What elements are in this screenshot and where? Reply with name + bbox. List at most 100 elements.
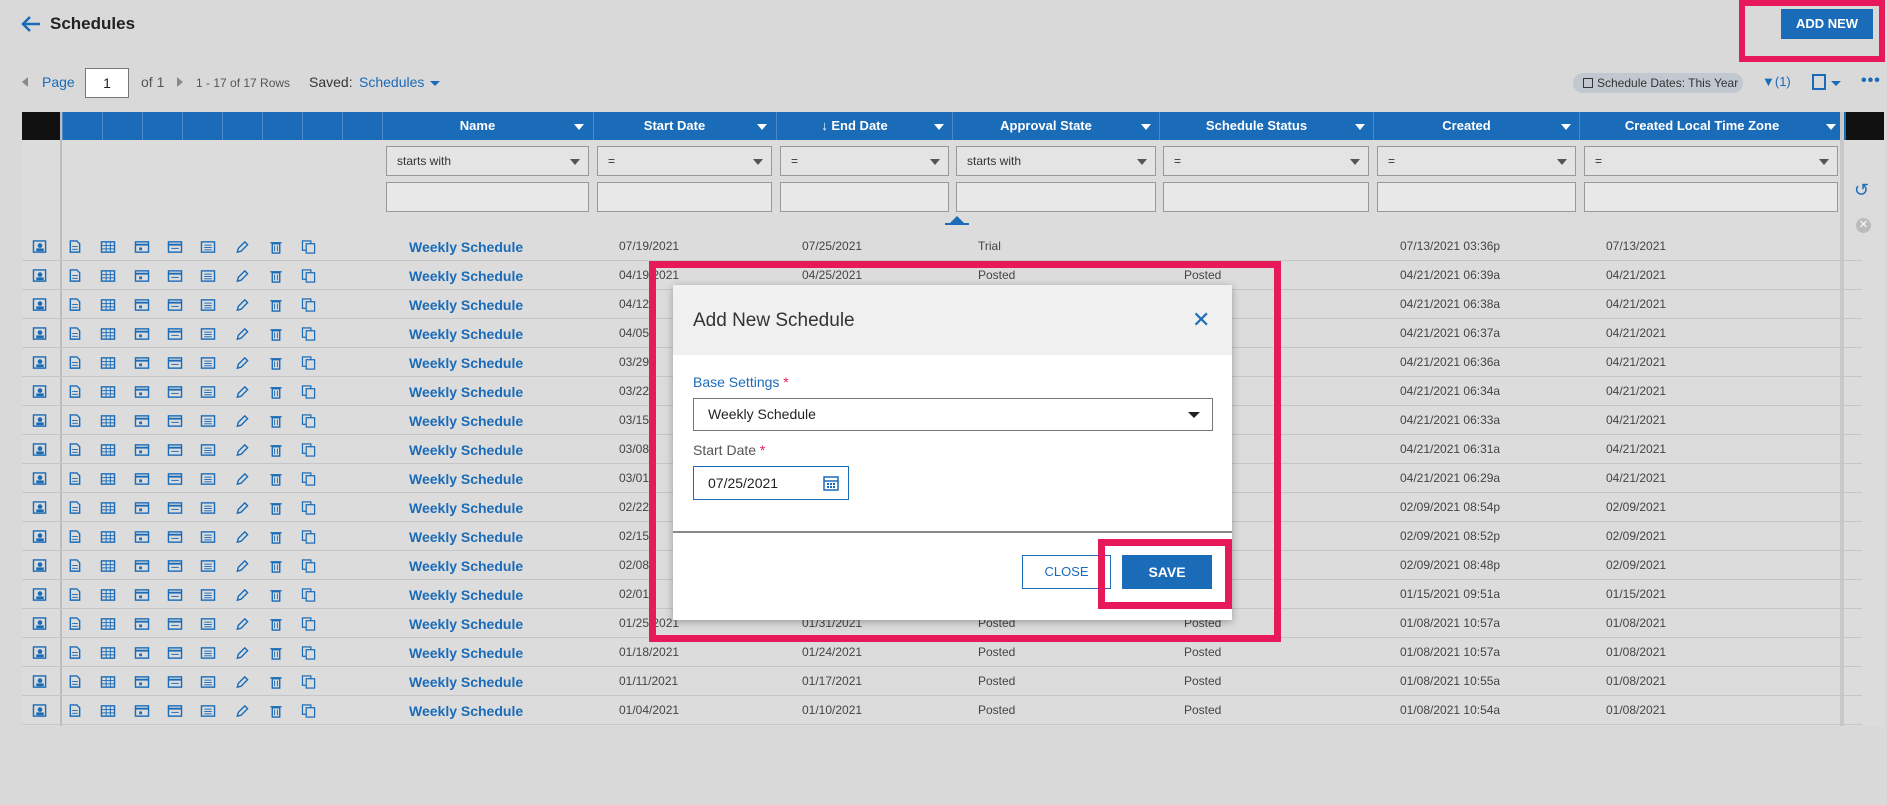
window-icon[interactable] bbox=[167, 617, 183, 631]
copy-icon[interactable] bbox=[301, 385, 317, 399]
schedule-name-link[interactable]: Weekly Schedule bbox=[409, 587, 523, 603]
next-page-icon[interactable] bbox=[177, 77, 183, 87]
window-icon[interactable] bbox=[167, 356, 183, 370]
trash-icon[interactable] bbox=[268, 588, 284, 602]
trash-icon[interactable] bbox=[268, 704, 284, 718]
table-icon[interactable] bbox=[100, 443, 116, 457]
calendar-icon[interactable] bbox=[134, 414, 150, 428]
filter-status-input[interactable] bbox=[1163, 182, 1369, 212]
page-number-input[interactable]: 1 bbox=[85, 68, 129, 98]
window-icon[interactable] bbox=[167, 327, 183, 341]
clear-filters-icon[interactable]: ✕ bbox=[1856, 218, 1871, 233]
copy-icon[interactable] bbox=[301, 472, 317, 486]
trash-icon[interactable] bbox=[268, 472, 284, 486]
chevron-down-icon[interactable] bbox=[430, 81, 440, 86]
calendar-icon[interactable] bbox=[134, 617, 150, 631]
edit-icon[interactable] bbox=[234, 414, 250, 428]
table-icon[interactable] bbox=[100, 530, 116, 544]
copy-icon[interactable] bbox=[301, 530, 317, 544]
employee-view-icon[interactable] bbox=[32, 356, 48, 370]
window-icon[interactable] bbox=[167, 414, 183, 428]
schedule-name-link[interactable]: Weekly Schedule bbox=[409, 239, 523, 255]
table-icon[interactable] bbox=[100, 356, 116, 370]
edit-icon[interactable] bbox=[234, 269, 250, 283]
saved-view-dropdown[interactable]: Schedules bbox=[359, 74, 424, 90]
edit-icon[interactable] bbox=[234, 472, 250, 486]
edit-icon[interactable] bbox=[234, 617, 250, 631]
list-icon[interactable] bbox=[200, 646, 216, 660]
table-icon[interactable] bbox=[100, 385, 116, 399]
trash-icon[interactable] bbox=[268, 298, 284, 312]
reset-filters-icon[interactable]: ↺ bbox=[1854, 180, 1869, 201]
schedule-name-link[interactable]: Weekly Schedule bbox=[409, 645, 523, 661]
list-icon[interactable] bbox=[200, 269, 216, 283]
trash-icon[interactable] bbox=[268, 530, 284, 544]
document-icon[interactable] bbox=[67, 675, 83, 689]
table-row[interactable]: Weekly Schedule 07/19/2021 07/25/2021 Trial… bbox=[22, 232, 1862, 261]
document-icon[interactable] bbox=[67, 414, 83, 428]
edit-icon[interactable] bbox=[234, 704, 250, 718]
calendar-icon[interactable] bbox=[134, 530, 150, 544]
filter-approval-input[interactable] bbox=[956, 182, 1156, 212]
window-icon[interactable] bbox=[167, 704, 183, 718]
table-icon[interactable] bbox=[100, 327, 116, 341]
schedule-name-link[interactable]: Weekly Schedule bbox=[409, 355, 523, 371]
schedule-name-link[interactable]: Weekly Schedule bbox=[409, 500, 523, 516]
employee-view-icon[interactable] bbox=[32, 646, 48, 660]
schedule-name-link[interactable]: Weekly Schedule bbox=[409, 442, 523, 458]
table-row[interactable]: Weekly Schedule 01/18/2021 01/24/2021 Poste… bbox=[22, 638, 1862, 667]
list-icon[interactable] bbox=[200, 385, 216, 399]
filter-name-input[interactable] bbox=[386, 182, 589, 212]
calendar-icon[interactable] bbox=[134, 269, 150, 283]
col-name[interactable]: Name bbox=[383, 112, 592, 140]
employee-view-icon[interactable] bbox=[32, 704, 48, 718]
schedule-name-link[interactable]: Weekly Schedule bbox=[409, 268, 523, 284]
list-icon[interactable] bbox=[200, 327, 216, 341]
document-icon[interactable] bbox=[67, 530, 83, 544]
document-icon[interactable] bbox=[67, 646, 83, 660]
more-options-icon[interactable]: ••• bbox=[1861, 72, 1881, 90]
calendar-icon[interactable] bbox=[134, 588, 150, 602]
table-icon[interactable] bbox=[100, 675, 116, 689]
table-icon[interactable] bbox=[100, 472, 116, 486]
document-icon[interactable] bbox=[67, 588, 83, 602]
table-icon[interactable] bbox=[100, 617, 116, 631]
window-icon[interactable] bbox=[167, 298, 183, 312]
copy-icon[interactable] bbox=[301, 240, 317, 254]
col-start-date[interactable]: Start Date bbox=[594, 112, 775, 140]
window-icon[interactable] bbox=[167, 385, 183, 399]
trash-icon[interactable] bbox=[268, 559, 284, 573]
trash-icon[interactable] bbox=[268, 675, 284, 689]
document-icon[interactable] bbox=[67, 617, 83, 631]
trash-icon[interactable] bbox=[268, 501, 284, 515]
copy-icon[interactable] bbox=[301, 298, 317, 312]
list-icon[interactable] bbox=[200, 298, 216, 312]
schedule-name-link[interactable]: Weekly Schedule bbox=[409, 529, 523, 545]
trash-icon[interactable] bbox=[268, 385, 284, 399]
edit-icon[interactable] bbox=[234, 356, 250, 370]
document-icon[interactable] bbox=[67, 501, 83, 515]
table-row[interactable]: Weekly Schedule 01/04/2021 01/10/2021 Poste… bbox=[22, 696, 1862, 725]
document-icon[interactable] bbox=[67, 385, 83, 399]
table-icon[interactable] bbox=[100, 704, 116, 718]
employee-view-icon[interactable] bbox=[32, 472, 48, 486]
document-icon[interactable] bbox=[67, 269, 83, 283]
calendar-icon[interactable] bbox=[134, 298, 150, 312]
filter-start-input[interactable] bbox=[597, 182, 772, 212]
schedule-name-link[interactable]: Weekly Schedule bbox=[409, 384, 523, 400]
copy-icon[interactable] bbox=[301, 443, 317, 457]
col-approval-state[interactable]: Approval State bbox=[953, 112, 1159, 140]
table-row[interactable]: Weekly Schedule 01/11/2021 01/17/2021 Poste… bbox=[22, 667, 1862, 696]
collapse-filter-icon[interactable] bbox=[950, 216, 964, 223]
window-icon[interactable] bbox=[167, 530, 183, 544]
employee-view-icon[interactable] bbox=[32, 240, 48, 254]
list-icon[interactable] bbox=[200, 704, 216, 718]
employee-view-icon[interactable] bbox=[32, 530, 48, 544]
filter-end-operator[interactable]: = bbox=[780, 146, 949, 176]
document-icon[interactable] bbox=[67, 240, 83, 254]
list-icon[interactable] bbox=[200, 617, 216, 631]
list-icon[interactable] bbox=[200, 356, 216, 370]
employee-view-icon[interactable] bbox=[32, 414, 48, 428]
table-icon[interactable] bbox=[100, 240, 116, 254]
document-icon[interactable] bbox=[67, 327, 83, 341]
